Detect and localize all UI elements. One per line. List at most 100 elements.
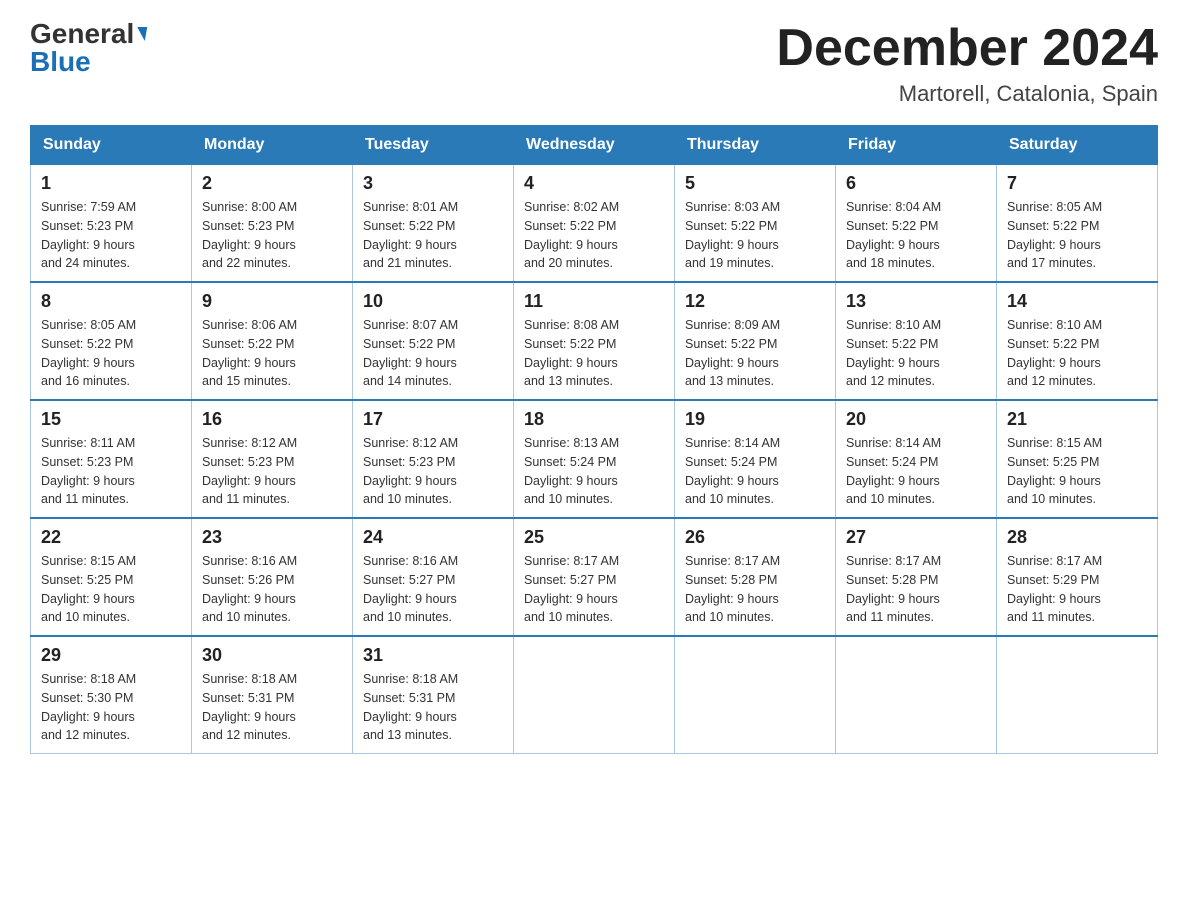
calendar-header-friday: Friday xyxy=(836,126,997,165)
day-info: Sunrise: 8:17 AM Sunset: 5:28 PM Dayligh… xyxy=(846,552,986,627)
calendar-header-wednesday: Wednesday xyxy=(514,126,675,165)
calendar-cell: 29 Sunrise: 8:18 AM Sunset: 5:30 PM Dayl… xyxy=(31,636,192,754)
day-number: 8 xyxy=(41,291,181,312)
calendar-cell: 15 Sunrise: 8:11 AM Sunset: 5:23 PM Dayl… xyxy=(31,400,192,518)
calendar-week-1: 1 Sunrise: 7:59 AM Sunset: 5:23 PM Dayli… xyxy=(31,165,1158,283)
day-number: 13 xyxy=(846,291,986,312)
calendar-week-4: 22 Sunrise: 8:15 AM Sunset: 5:25 PM Dayl… xyxy=(31,518,1158,636)
day-number: 24 xyxy=(363,527,503,548)
calendar-cell: 10 Sunrise: 8:07 AM Sunset: 5:22 PM Dayl… xyxy=(353,282,514,400)
calendar-cell: 28 Sunrise: 8:17 AM Sunset: 5:29 PM Dayl… xyxy=(997,518,1158,636)
calendar-header-row: SundayMondayTuesdayWednesdayThursdayFrid… xyxy=(31,126,1158,165)
day-info: Sunrise: 8:14 AM Sunset: 5:24 PM Dayligh… xyxy=(846,434,986,509)
calendar-cell: 1 Sunrise: 7:59 AM Sunset: 5:23 PM Dayli… xyxy=(31,165,192,283)
calendar-cell: 30 Sunrise: 8:18 AM Sunset: 5:31 PM Dayl… xyxy=(192,636,353,754)
day-number: 1 xyxy=(41,173,181,194)
day-number: 31 xyxy=(363,645,503,666)
logo: General Blue xyxy=(30,20,146,76)
calendar-cell: 31 Sunrise: 8:18 AM Sunset: 5:31 PM Dayl… xyxy=(353,636,514,754)
calendar-cell: 2 Sunrise: 8:00 AM Sunset: 5:23 PM Dayli… xyxy=(192,165,353,283)
day-info: Sunrise: 8:18 AM Sunset: 5:31 PM Dayligh… xyxy=(363,670,503,745)
day-number: 22 xyxy=(41,527,181,548)
calendar-cell: 6 Sunrise: 8:04 AM Sunset: 5:22 PM Dayli… xyxy=(836,165,997,283)
calendar-week-2: 8 Sunrise: 8:05 AM Sunset: 5:22 PM Dayli… xyxy=(31,282,1158,400)
day-info: Sunrise: 8:05 AM Sunset: 5:22 PM Dayligh… xyxy=(41,316,181,391)
calendar-cell: 17 Sunrise: 8:12 AM Sunset: 5:23 PM Dayl… xyxy=(353,400,514,518)
calendar-cell: 23 Sunrise: 8:16 AM Sunset: 5:26 PM Dayl… xyxy=(192,518,353,636)
calendar-cell: 11 Sunrise: 8:08 AM Sunset: 5:22 PM Dayl… xyxy=(514,282,675,400)
calendar-cell: 12 Sunrise: 8:09 AM Sunset: 5:22 PM Dayl… xyxy=(675,282,836,400)
day-number: 4 xyxy=(524,173,664,194)
day-info: Sunrise: 7:59 AM Sunset: 5:23 PM Dayligh… xyxy=(41,198,181,273)
day-number: 28 xyxy=(1007,527,1147,548)
day-number: 17 xyxy=(363,409,503,430)
day-info: Sunrise: 8:12 AM Sunset: 5:23 PM Dayligh… xyxy=(202,434,342,509)
calendar-cell: 16 Sunrise: 8:12 AM Sunset: 5:23 PM Dayl… xyxy=(192,400,353,518)
day-number: 23 xyxy=(202,527,342,548)
day-info: Sunrise: 8:05 AM Sunset: 5:22 PM Dayligh… xyxy=(1007,198,1147,273)
calendar-header-saturday: Saturday xyxy=(997,126,1158,165)
day-info: Sunrise: 8:16 AM Sunset: 5:26 PM Dayligh… xyxy=(202,552,342,627)
calendar-week-5: 29 Sunrise: 8:18 AM Sunset: 5:30 PM Dayl… xyxy=(31,636,1158,754)
calendar-subtitle: Martorell, Catalonia, Spain xyxy=(776,81,1158,107)
day-info: Sunrise: 8:10 AM Sunset: 5:22 PM Dayligh… xyxy=(1007,316,1147,391)
day-number: 11 xyxy=(524,291,664,312)
calendar-cell: 27 Sunrise: 8:17 AM Sunset: 5:28 PM Dayl… xyxy=(836,518,997,636)
day-number: 21 xyxy=(1007,409,1147,430)
calendar-cell: 20 Sunrise: 8:14 AM Sunset: 5:24 PM Dayl… xyxy=(836,400,997,518)
day-number: 12 xyxy=(685,291,825,312)
day-number: 29 xyxy=(41,645,181,666)
calendar-cell: 18 Sunrise: 8:13 AM Sunset: 5:24 PM Dayl… xyxy=(514,400,675,518)
logo-blue-text: Blue xyxy=(30,48,91,76)
calendar-cell: 25 Sunrise: 8:17 AM Sunset: 5:27 PM Dayl… xyxy=(514,518,675,636)
day-info: Sunrise: 8:04 AM Sunset: 5:22 PM Dayligh… xyxy=(846,198,986,273)
title-section: December 2024 Martorell, Catalonia, Spai… xyxy=(776,20,1158,107)
calendar-cell: 4 Sunrise: 8:02 AM Sunset: 5:22 PM Dayli… xyxy=(514,165,675,283)
calendar-week-3: 15 Sunrise: 8:11 AM Sunset: 5:23 PM Dayl… xyxy=(31,400,1158,518)
calendar-cell: 13 Sunrise: 8:10 AM Sunset: 5:22 PM Dayl… xyxy=(836,282,997,400)
calendar-header-tuesday: Tuesday xyxy=(353,126,514,165)
calendar-cell: 5 Sunrise: 8:03 AM Sunset: 5:22 PM Dayli… xyxy=(675,165,836,283)
day-number: 26 xyxy=(685,527,825,548)
day-info: Sunrise: 8:11 AM Sunset: 5:23 PM Dayligh… xyxy=(41,434,181,509)
day-number: 19 xyxy=(685,409,825,430)
day-info: Sunrise: 8:02 AM Sunset: 5:22 PM Dayligh… xyxy=(524,198,664,273)
day-number: 6 xyxy=(846,173,986,194)
day-number: 20 xyxy=(846,409,986,430)
day-number: 15 xyxy=(41,409,181,430)
calendar-cell: 21 Sunrise: 8:15 AM Sunset: 5:25 PM Dayl… xyxy=(997,400,1158,518)
day-info: Sunrise: 8:15 AM Sunset: 5:25 PM Dayligh… xyxy=(41,552,181,627)
day-info: Sunrise: 8:06 AM Sunset: 5:22 PM Dayligh… xyxy=(202,316,342,391)
day-number: 5 xyxy=(685,173,825,194)
calendar-cell: 9 Sunrise: 8:06 AM Sunset: 5:22 PM Dayli… xyxy=(192,282,353,400)
day-number: 7 xyxy=(1007,173,1147,194)
calendar-cell: 26 Sunrise: 8:17 AM Sunset: 5:28 PM Dayl… xyxy=(675,518,836,636)
day-info: Sunrise: 8:15 AM Sunset: 5:25 PM Dayligh… xyxy=(1007,434,1147,509)
day-number: 10 xyxy=(363,291,503,312)
day-number: 25 xyxy=(524,527,664,548)
calendar-header-monday: Monday xyxy=(192,126,353,165)
day-info: Sunrise: 8:08 AM Sunset: 5:22 PM Dayligh… xyxy=(524,316,664,391)
day-info: Sunrise: 8:12 AM Sunset: 5:23 PM Dayligh… xyxy=(363,434,503,509)
calendar-cell xyxy=(997,636,1158,754)
calendar-cell: 14 Sunrise: 8:10 AM Sunset: 5:22 PM Dayl… xyxy=(997,282,1158,400)
calendar-title: December 2024 xyxy=(776,20,1158,77)
day-info: Sunrise: 8:10 AM Sunset: 5:22 PM Dayligh… xyxy=(846,316,986,391)
day-info: Sunrise: 8:18 AM Sunset: 5:30 PM Dayligh… xyxy=(41,670,181,745)
calendar-header-sunday: Sunday xyxy=(31,126,192,165)
day-info: Sunrise: 8:18 AM Sunset: 5:31 PM Dayligh… xyxy=(202,670,342,745)
calendar-cell: 8 Sunrise: 8:05 AM Sunset: 5:22 PM Dayli… xyxy=(31,282,192,400)
calendar-header-thursday: Thursday xyxy=(675,126,836,165)
day-info: Sunrise: 8:03 AM Sunset: 5:22 PM Dayligh… xyxy=(685,198,825,273)
day-info: Sunrise: 8:09 AM Sunset: 5:22 PM Dayligh… xyxy=(685,316,825,391)
logo-general-text: General xyxy=(30,20,134,48)
day-number: 27 xyxy=(846,527,986,548)
day-number: 3 xyxy=(363,173,503,194)
day-number: 30 xyxy=(202,645,342,666)
day-number: 2 xyxy=(202,173,342,194)
day-info: Sunrise: 8:13 AM Sunset: 5:24 PM Dayligh… xyxy=(524,434,664,509)
day-info: Sunrise: 8:14 AM Sunset: 5:24 PM Dayligh… xyxy=(685,434,825,509)
calendar-cell: 3 Sunrise: 8:01 AM Sunset: 5:22 PM Dayli… xyxy=(353,165,514,283)
calendar-cell: 7 Sunrise: 8:05 AM Sunset: 5:22 PM Dayli… xyxy=(997,165,1158,283)
calendar-cell xyxy=(514,636,675,754)
